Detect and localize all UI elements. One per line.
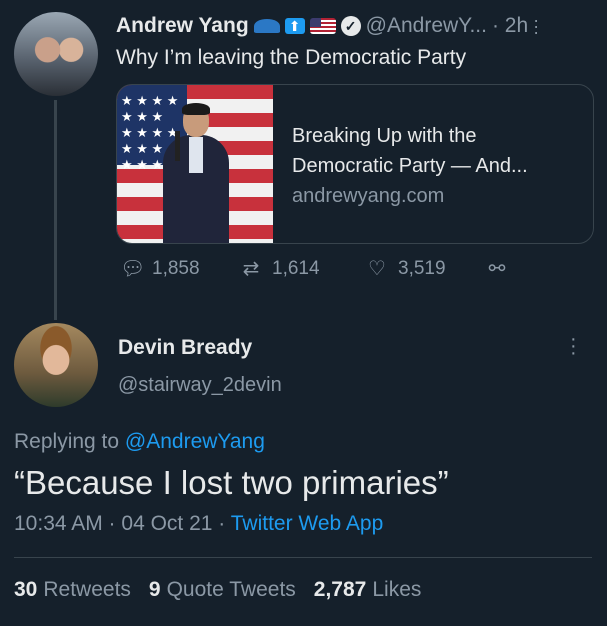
card-title: Breaking Up with the Democratic Party — … xyxy=(292,125,528,177)
like-count: 3,519 xyxy=(398,258,446,279)
retweet-count: 1,614 xyxy=(272,258,320,279)
engagement-stats: 30 Retweets 9 Quote Tweets 2,787 Likes xyxy=(14,578,421,602)
reply-count: 1,858 xyxy=(152,258,200,279)
likes-label: Likes xyxy=(372,578,422,601)
avatar-andrew-yang[interactable] xyxy=(14,12,98,96)
card-thumbnail: ★ ★ ★ ★ ★ ★ ★ ★ ★ ★ ★ ★ ★ ★ ★ ★ ★ ★ xyxy=(117,85,273,243)
reply-author-handle[interactable]: @stairway_2devin xyxy=(118,374,282,397)
retweet-action[interactable]: ⇄ 1,614 xyxy=(240,258,366,280)
author-handle[interactable]: @AndrewY... xyxy=(366,14,487,38)
card-text: Breaking Up with the Democratic Party — … xyxy=(292,121,582,211)
tweet-metadata: 10:34 AM · 04 Oct 21 · Twitter Web App xyxy=(14,512,383,536)
share-icon: ⚯ xyxy=(488,258,506,280)
quote-tweets-stat[interactable]: 9 Quote Tweets xyxy=(149,578,296,602)
likes-stat[interactable]: 2,787 Likes xyxy=(314,578,422,602)
retweets-label: Retweets xyxy=(43,578,131,601)
reply-tweet-text: “Because I lost two primaries” xyxy=(14,464,449,501)
tweet-actions: 💬︎ 1,858 ⇄ 1,614 ♡ 3,519 ⚯ xyxy=(120,258,508,280)
reply-bubble-icon: 💬︎ xyxy=(120,258,146,280)
blue-cap-emoji-icon xyxy=(253,19,280,33)
verified-badge-icon: ✓ xyxy=(340,16,361,36)
link-card[interactable]: ★ ★ ★ ★ ★ ★ ★ ★ ★ ★ ★ ★ ★ ★ ★ ★ ★ ★ Breaking… xyxy=(116,84,594,244)
retweets-stat[interactable]: 30 Retweets xyxy=(14,578,131,602)
parent-tweet-header: Andrew Yang ⬆ ✓ @AndrewY... · 2h · · · xyxy=(116,11,539,41)
reply-more-options-icon[interactable]: · · · xyxy=(570,329,577,363)
replying-to-handle[interactable]: @AndrewYang xyxy=(125,430,265,453)
replying-to-label: Replying to xyxy=(14,430,120,453)
replying-to: Replying to @AndrewYang xyxy=(14,430,265,454)
reply-action[interactable]: 💬︎ 1,858 xyxy=(120,258,240,280)
us-flag-emoji-icon xyxy=(309,18,336,34)
quotes-count: 9 xyxy=(148,578,161,601)
thread-connector-line xyxy=(54,100,57,320)
up-arrow-emoji-icon: ⬆ xyxy=(284,18,305,34)
parent-tweet-text: Why I’m leaving the Democratic Party xyxy=(116,46,467,69)
likes-count: 2,787 xyxy=(313,578,367,601)
reply-author-name[interactable]: Devin Bready xyxy=(118,336,252,360)
like-action[interactable]: ♡ 3,519 xyxy=(366,258,486,280)
retweets-count: 30 xyxy=(14,578,38,601)
divider xyxy=(14,557,592,558)
tweet-timestamp[interactable]: 10:34 AM · 04 Oct 21 · xyxy=(14,512,231,535)
retweet-icon: ⇄ xyxy=(242,258,260,280)
quotes-label: Quote Tweets xyxy=(166,578,296,601)
speaker-figure xyxy=(157,103,235,243)
avatar-devin-bready[interactable] xyxy=(14,323,98,407)
tweet-source[interactable]: Twitter Web App xyxy=(231,512,384,535)
card-domain: andrewyang.com xyxy=(292,185,445,207)
more-options-icon[interactable]: · · · xyxy=(533,11,539,41)
tweet-time[interactable]: · 2h xyxy=(492,14,528,38)
heart-icon: ♡ xyxy=(368,258,386,280)
share-action[interactable]: ⚯ xyxy=(486,258,508,280)
author-name[interactable]: Andrew Yang xyxy=(116,14,249,38)
